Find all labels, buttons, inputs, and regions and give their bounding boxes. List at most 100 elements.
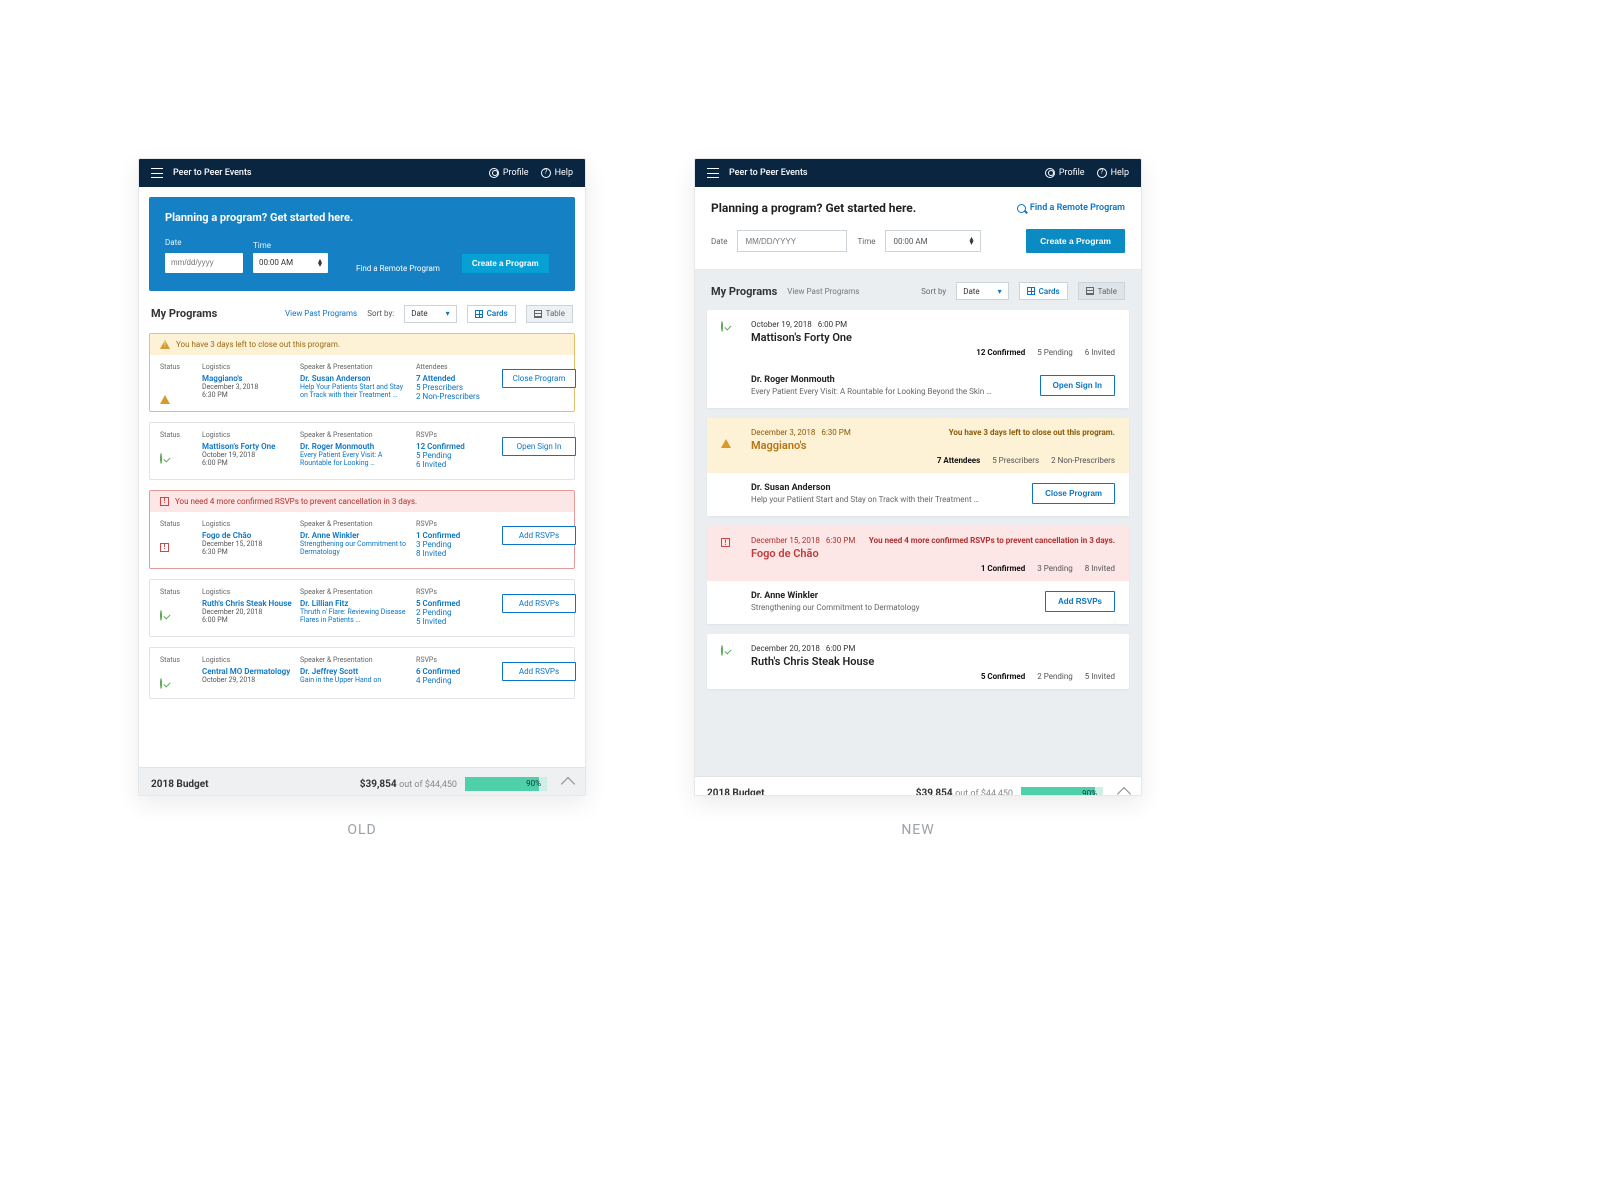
event-date: October 29, 2018 <box>202 676 294 684</box>
time-select[interactable]: 00:00 AM▴▾ <box>885 230 981 252</box>
create-program-button[interactable]: Create a Program <box>462 254 549 273</box>
view-cards-button[interactable]: Cards <box>1019 282 1068 300</box>
help-icon <box>541 168 551 178</box>
status-alert-icon: ! <box>160 543 169 552</box>
profile-link[interactable]: Profile <box>489 168 529 178</box>
talk-link[interactable]: Help Your Patients Start and Stay on Tra… <box>300 383 410 399</box>
col-speaker: Speaker & Presentation <box>300 520 410 528</box>
col-status: Status <box>160 588 196 596</box>
card-action-button[interactable]: Open Sign In <box>502 437 576 456</box>
view-past-link[interactable]: View Past Programs <box>787 287 859 296</box>
col-metrics: RSVPs <box>416 588 496 596</box>
speaker-name: Dr. Susan Anderson <box>751 483 1022 493</box>
venue-title: Mattison's Forty One <box>751 331 852 344</box>
app-title: Peer to Peer Events <box>729 168 808 178</box>
speaker-link[interactable]: Dr. Lillian Fitz <box>300 599 410 608</box>
talk-link[interactable]: Thruth n' Flare: Reviewing Disease Flare… <box>300 608 410 624</box>
date-input[interactable] <box>737 230 847 252</box>
menu-icon[interactable] <box>151 168 163 178</box>
sort-select[interactable]: Date▾ <box>956 282 1008 300</box>
budget-amount: $39,854 out of $44,450 <box>360 779 457 790</box>
status-warning-icon <box>721 430 731 448</box>
col-logistics: Logistics <box>202 431 294 439</box>
speaker-link[interactable]: Dr. Anne Winkler <box>300 531 410 540</box>
card-action-button[interactable]: Add RSVPs <box>502 526 576 545</box>
card-banner: !You need 4 more confirmed RSVPs to prev… <box>150 491 574 512</box>
venue-link[interactable]: Central MO Dermatology <box>202 667 294 676</box>
talk-desc: Every Patient Every Visit: A Rountable f… <box>751 387 1030 396</box>
sort-select[interactable]: Date▾ <box>404 305 456 323</box>
event-time: 6:00 PM <box>202 616 294 624</box>
budget-bar: 2018 Budget $39,854 out of $44,450 90% <box>139 767 585 797</box>
card-action-button[interactable]: Close Program <box>502 369 576 388</box>
col-speaker: Speaker & Presentation <box>300 431 410 439</box>
speaker-link[interactable]: Dr. Roger Monmouth <box>300 442 410 451</box>
speaker-name: Dr. Anne Winkler <box>751 591 1035 601</box>
talk-link[interactable]: Every Patient Every Visit: A Rountable f… <box>300 451 410 467</box>
event-date: December 3, 2018 <box>202 383 294 391</box>
col-metrics: RSVPs <box>416 520 496 528</box>
venue-title: Ruth's Chris Steak House <box>751 655 874 668</box>
speaker-link[interactable]: Dr. Susan Anderson <box>300 374 410 383</box>
section-title: My Programs <box>711 285 777 298</box>
view-cards-button[interactable]: Cards <box>467 305 516 323</box>
card-action-button[interactable]: Open Sign In <box>1040 375 1115 396</box>
create-program-button[interactable]: Create a Program <box>1026 229 1125 253</box>
card-action-button[interactable]: Add RSVPs <box>502 662 576 681</box>
help-icon <box>1097 168 1107 178</box>
view-table-button[interactable]: Table <box>1078 282 1125 300</box>
card-action-button[interactable]: Add RSVPs <box>1045 591 1115 612</box>
venue-link[interactable]: Mattison's Forty One <box>202 442 294 451</box>
venue-link[interactable]: Fogo de Chão <box>202 531 294 540</box>
budget-label: 2018 Budget <box>707 788 765 796</box>
view-past-link[interactable]: View Past Programs <box>285 309 357 318</box>
help-link[interactable]: Help <box>541 168 573 178</box>
find-remote-link[interactable]: Find a Remote Program <box>1017 203 1125 213</box>
program-card: December 20, 2018 6:00 PM Ruth's Chris S… <box>707 634 1129 689</box>
hero-banner: Planning a program? Get started here. Da… <box>149 197 575 291</box>
card-header: October 19, 2018 6:00 PM Mattison's Fort… <box>707 310 1129 365</box>
profile-icon <box>489 168 499 178</box>
venue-link[interactable]: Maggiano's <box>202 374 294 383</box>
view-table-button[interactable]: Table <box>526 305 573 323</box>
time-select[interactable]: 00:00 AM▴▾ <box>253 253 328 273</box>
stat: 5 Prescribers <box>992 456 1039 465</box>
stat: 5 Invited <box>1085 672 1115 681</box>
metric-1: 7 Attended <box>416 374 496 383</box>
help-link[interactable]: Help <box>1097 168 1129 178</box>
event-datetime: December 20, 2018 6:00 PM <box>751 644 874 653</box>
menu-icon[interactable] <box>707 168 719 178</box>
card-action-button[interactable]: Add RSVPs <box>502 594 576 613</box>
budget-amount: $39,854 out of $44,450 <box>916 788 1013 796</box>
venue-link[interactable]: Ruth's Chris Steak House <box>202 599 294 608</box>
metric-2: 3 Pending <box>416 540 496 549</box>
card-body: Dr. Anne Winkler Strengthening our Commi… <box>707 581 1129 624</box>
caption-old: OLD <box>138 822 586 838</box>
metric-3: 8 Invited <box>416 549 496 558</box>
find-remote-link[interactable]: Find a Remote Program <box>356 264 440 273</box>
stat: 7 Attendees <box>937 456 980 465</box>
metric-2: 4 Pending <box>416 676 496 685</box>
date-input[interactable] <box>165 253 243 273</box>
expand-icon[interactable] <box>1117 786 1131 796</box>
event-datetime: December 15, 2018 6:30 PM <box>751 536 855 545</box>
profile-icon <box>1045 168 1055 178</box>
stat: 2 Non-Prescribers <box>1051 456 1115 465</box>
program-card: Status Logistics Mattison's Forty One Oc… <box>149 422 575 480</box>
event-time: 6:30 PM <box>202 548 294 556</box>
metric-1: 5 Confirmed <box>416 599 496 608</box>
talk-link[interactable]: Strengthening our Commitment to Dermatol… <box>300 540 410 556</box>
hero-banner: Planning a program? Get started here. Fi… <box>695 187 1141 270</box>
event-date: October 19, 2018 <box>202 451 294 459</box>
expand-icon[interactable] <box>561 777 575 791</box>
stat: 2 Pending <box>1037 672 1073 681</box>
card-action-button[interactable]: Close Program <box>1032 483 1115 504</box>
col-metrics: RSVPs <box>416 656 496 664</box>
talk-link[interactable]: Gain in the Upper Hand on <box>300 676 410 684</box>
col-status: Status <box>160 431 196 439</box>
profile-link[interactable]: Profile <box>1045 168 1085 178</box>
table-icon <box>1086 287 1094 295</box>
stats-row: 5 Confirmed2 Pending5 Invited <box>751 672 1115 681</box>
old-panel: Peer to Peer Events Profile Help Plannin… <box>138 158 586 796</box>
speaker-link[interactable]: Dr. Jeffrey Scott <box>300 667 410 676</box>
